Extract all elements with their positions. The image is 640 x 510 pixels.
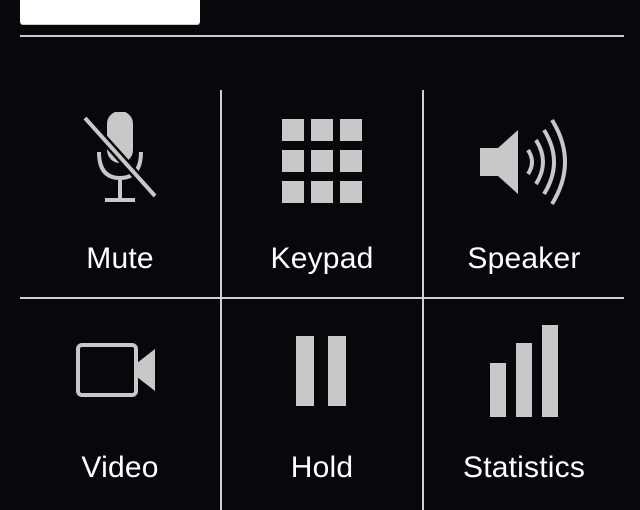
video-button[interactable]: Video [20,299,220,505]
video-label: Video [81,451,159,484]
top-divider [20,35,624,37]
speaker-icon [424,112,624,212]
pause-icon [222,321,422,421]
keypad-icon [222,112,422,212]
statistics-button[interactable]: Statistics [424,299,624,505]
video-camera-icon [20,321,220,421]
keypad-button[interactable]: Keypad [222,90,422,296]
top-input-field[interactable] [20,0,200,24]
signal-bars-icon [424,321,624,421]
keypad-label: Keypad [270,242,374,275]
speaker-button[interactable]: Speaker [424,90,624,296]
hold-button[interactable]: Hold [222,299,422,505]
mute-button[interactable]: Mute [20,90,220,296]
statistics-label: Statistics [462,451,586,484]
mute-label: Mute [86,242,154,275]
speaker-label: Speaker [467,242,581,275]
microphone-muted-icon [20,112,220,212]
hold-label: Hold [290,451,354,484]
